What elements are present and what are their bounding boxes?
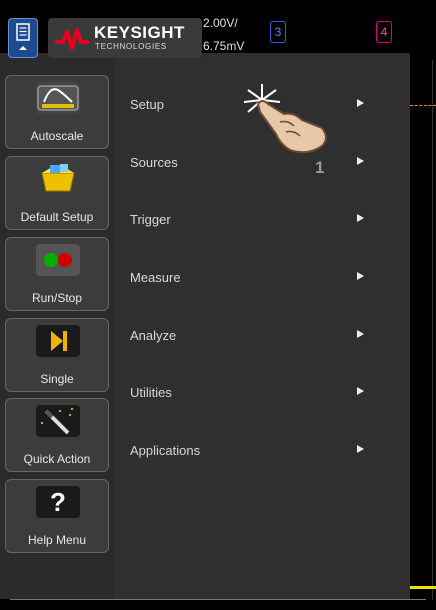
submenu-arrow-icon [357,214,364,222]
submenu-arrow-icon [357,387,364,395]
quick-action-icon [36,405,80,437]
channel-scale-text: 2.00V/ [203,16,238,30]
channel-offset-text: 6.75mV [203,39,245,53]
run-stop-icon [36,244,80,276]
default-setup-icon [36,163,80,195]
submenu-arrow-icon [357,157,364,165]
autoscale-icon [36,82,80,114]
menu-item-label: Applications [130,443,201,458]
channel-3-badge[interactable]: 3 [270,21,286,43]
menu-item-label: Analyze [130,328,177,343]
help-icon: ? [36,486,80,518]
menu-item-trigger[interactable]: Trigger [114,190,410,246]
menu-item-applications[interactable]: Applications [114,421,410,477]
submenu-arrow-icon [357,445,364,453]
help-menu-button[interactable]: ? Help Menu [5,479,109,553]
default-setup-button[interactable]: Default Setup [5,156,109,230]
menu-icon [16,23,30,50]
bottom-divider [10,599,426,600]
run-stop-label: Run/Stop [31,291,83,305]
menu-button[interactable] [8,18,38,58]
menu-item-measure[interactable]: Measure [114,248,410,304]
touch-hand-icon [243,84,327,154]
channel-4-badge[interactable]: 4 [376,21,392,43]
autoscale-label: Autoscale [30,129,84,143]
quick-action-label: Quick Action [23,452,91,466]
submenu-arrow-icon [357,99,364,107]
keysight-logo-icon [55,28,89,50]
submenu-arrow-icon [357,330,364,338]
single-button[interactable]: Single [5,318,109,392]
autoscale-button[interactable]: Autoscale [5,75,109,149]
menu-item-label: Trigger [130,212,171,227]
menu-item-utilities[interactable]: Utilities [114,363,410,419]
step-number: 1 [315,158,325,177]
menu-item-label: Utilities [130,385,172,400]
keysight-logo: KEYSIGHT TECHNOLOGIES [48,18,202,58]
default-setup-label: Default Setup [20,210,94,224]
submenu-arrow-icon [357,272,364,280]
menu-item-label: Sources [130,155,178,170]
quick-action-button[interactable]: Quick Action [5,398,109,472]
menu-item-label: Measure [130,270,181,285]
grid-line [432,60,433,600]
channel-1-trace [410,586,436,589]
help-menu-label: Help Menu [27,533,87,547]
run-stop-button[interactable]: Run/Stop [5,237,109,311]
single-icon [36,325,80,357]
menu-item-label: Setup [130,97,164,112]
brand-subtitle: TECHNOLOGIES [95,42,167,51]
menu-item-analyze[interactable]: Analyze [114,306,410,362]
single-label: Single [40,372,74,386]
brand-name: KEYSIGHT [94,23,185,42]
